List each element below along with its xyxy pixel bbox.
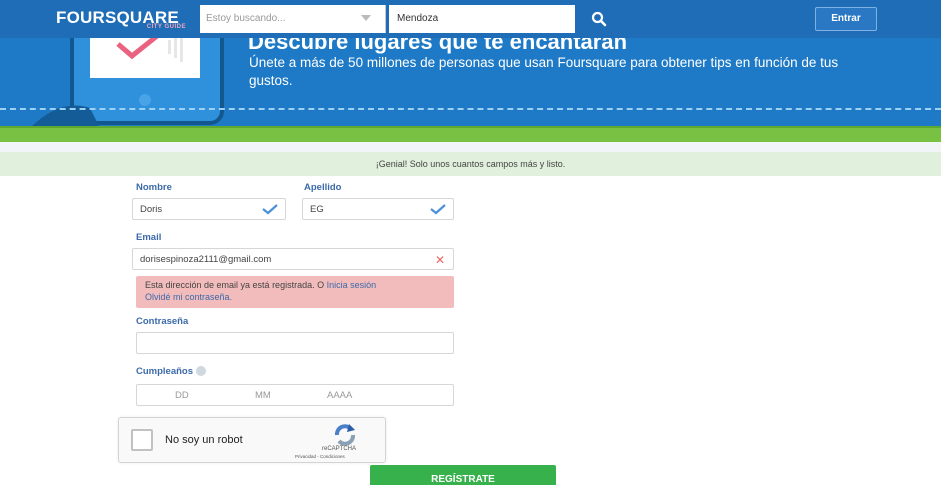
first-name-field[interactable]: Doris: [132, 198, 286, 220]
check-icon: [262, 204, 278, 215]
login-button[interactable]: Entrar: [815, 7, 877, 31]
hero-spacer: [0, 142, 941, 152]
notice-bar: ¡Genial! Solo unos cuantos campos más y …: [0, 152, 941, 176]
recaptcha-widget: No soy un robot reCAPTCHA Privacidad - C…: [118, 417, 386, 463]
password-label: Contraseña: [136, 316, 189, 327]
location-value: Mendoza: [397, 13, 439, 24]
birthday-day-input[interactable]: DD: [175, 390, 189, 401]
birthday-year-input[interactable]: AAAA: [327, 390, 352, 401]
first-name-value: Doris: [140, 204, 163, 215]
phone-illustration: [0, 38, 230, 128]
birthday-label: Cumpleaños: [136, 366, 194, 377]
login-link[interactable]: Inicia sesión: [327, 280, 377, 290]
check-icon: [430, 204, 446, 215]
error-text: Esta dirección de email ya está registra…: [145, 280, 325, 290]
recaptcha-terms-link[interactable]: Privacidad - Condiciones: [295, 454, 345, 459]
password-field[interactable]: [136, 332, 454, 354]
birthday-month-input[interactable]: MM: [255, 390, 271, 401]
last-name-field[interactable]: EG: [302, 198, 454, 220]
info-icon[interactable]: [196, 366, 207, 377]
error-x-icon: ✕: [434, 253, 445, 267]
email-field[interactable]: dorisespinoza2111@gmail.com ✕: [132, 248, 454, 270]
hero-dashed-line: [0, 108, 941, 110]
recaptcha-brand: reCAPTCHA: [322, 446, 357, 452]
hero-stripe: [0, 128, 941, 142]
recaptcha-label: No soy un robot: [165, 434, 243, 446]
register-button[interactable]: REGÍSTRATE: [370, 465, 556, 485]
birthday-field: DD MM AAAA: [136, 384, 454, 406]
hero-heading: Descubre lugares que te encantarán: [248, 38, 628, 54]
category-search-input[interactable]: Estoy buscando...: [200, 5, 386, 33]
birthday-label-row: Cumpleaños: [136, 366, 207, 377]
email-value: dorisespinoza2111@gmail.com: [140, 254, 272, 265]
last-name-value: EG: [310, 204, 324, 215]
recaptcha-logo-icon: [335, 424, 355, 446]
error-text-line: Esta dirección de email ya está registra…: [145, 280, 376, 290]
last-name-label: Apellido: [304, 182, 342, 193]
top-bar: FOURSQUARE CITY GUIDE Estoy buscando... …: [0, 0, 941, 38]
search-button[interactable]: [575, 5, 625, 33]
category-search-placeholder: Estoy buscando...: [206, 13, 286, 24]
foursquare-logo[interactable]: FOURSQUARE CITY GUIDE: [56, 8, 188, 32]
first-name-label: Nombre: [136, 182, 172, 193]
email-label: Email: [136, 232, 162, 243]
logo-subtitle: CITY GUIDE: [146, 24, 186, 30]
email-error-message: Esta dirección de email ya está registra…: [136, 276, 454, 308]
page: FOURSQUARE CITY GUIDE Estoy buscando... …: [0, 0, 941, 485]
location-input[interactable]: Mendoza: [389, 5, 575, 33]
recaptcha-checkbox[interactable]: [131, 429, 153, 451]
forgot-password-link[interactable]: Olvidé mi contraseña.: [145, 292, 232, 302]
search-icon: [591, 11, 607, 27]
hero-banner: Descubre lugares que te encantarán Únete…: [0, 38, 941, 128]
hero-subtitle: Únete a más de 50 millones de personas q…: [249, 55, 839, 88]
chevron-down-icon[interactable]: [361, 15, 371, 21]
